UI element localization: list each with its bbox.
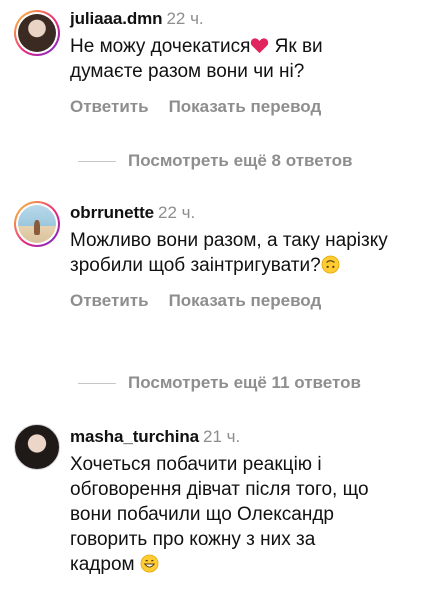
view-replies-button[interactable]: Посмотреть ещё 11 ответов (78, 372, 361, 394)
show-translation-button[interactable]: Показать перевод (169, 97, 322, 116)
show-translation-button[interactable]: Показать перевод (169, 291, 322, 310)
comment-meta: masha_turchina 21 ч. (70, 426, 425, 448)
comment-meta: juliaaa.dmn 22 ч. (70, 8, 425, 30)
view-replies-label: Посмотреть ещё 8 ответов (128, 151, 353, 170)
comment-meta: obrrunette 22 ч. (70, 202, 425, 224)
comment-text-part: Можливо вони разом, а таку нарізку зроби… (70, 230, 388, 276)
username[interactable]: masha_turchina (70, 427, 199, 446)
timestamp: 22 ч. (158, 203, 196, 222)
avatar[interactable] (14, 424, 60, 470)
username[interactable]: obrrunette (70, 203, 154, 222)
reply-button[interactable]: Ответить (70, 97, 149, 116)
comment-text-part: Хочеться побачити реакцію і обговорення … (70, 454, 369, 575)
view-replies-button[interactable]: Посмотреть ещё 8 ответов (78, 150, 352, 172)
timestamp: 22 ч. (166, 9, 204, 28)
comment-item: juliaaa.dmn 22 ч. Не можу дочекатися Як в… (0, 0, 437, 150)
avatar[interactable] (14, 201, 60, 247)
comment-actions: Ответить Показать перевод (70, 96, 425, 118)
divider-line (78, 383, 116, 385)
comment-item: masha_turchina 21 ч. Хочеться побачити ре… (0, 418, 437, 600)
comment-actions: Ответить Показать перевод (70, 290, 425, 312)
avatar[interactable] (14, 10, 60, 56)
grinning-face-emoji (140, 554, 159, 573)
comment-text: Хочеться побачити реакцію і обговорення … (70, 452, 370, 577)
divider-line (78, 161, 116, 163)
timestamp: 21 ч. (202, 427, 241, 446)
username[interactable]: juliaaa.dmn (70, 9, 163, 28)
comment-text: Не можу дочекатися Як ви думаєте разом в… (70, 34, 400, 84)
avatar-photo (18, 14, 56, 52)
comment-text: Можливо вони разом, а таку нарізку зроби… (70, 228, 390, 278)
avatar-photo (18, 205, 56, 243)
reply-button[interactable]: Ответить (70, 291, 149, 310)
comments-feed: juliaaa.dmn 22 ч. Не можу дочекатися Як в… (0, 0, 437, 600)
view-replies-label: Посмотреть ещё 11 ответов (128, 373, 361, 392)
avatar-photo (14, 424, 60, 470)
upside-down-face-emoji (321, 255, 340, 274)
red-heart-emoji (251, 38, 269, 54)
comment-item: obrrunette 22 ч. Можливо вони разом, а та… (0, 196, 437, 356)
comment-text-part: Не можу дочекатися (70, 36, 251, 57)
